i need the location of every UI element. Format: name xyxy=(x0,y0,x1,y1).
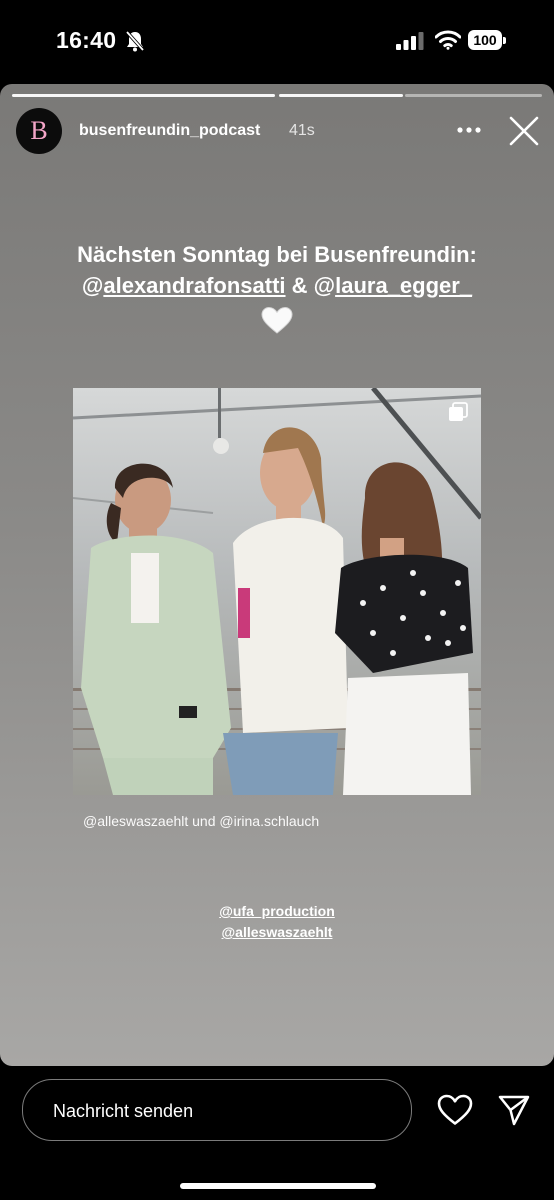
story-progress-segment xyxy=(12,94,275,97)
heart-icon[interactable] xyxy=(437,1094,473,1126)
more-options-icon[interactable] xyxy=(456,120,482,140)
avatar[interactable]: B xyxy=(16,108,62,154)
avatar-letter: B xyxy=(30,116,48,145)
message-input[interactable] xyxy=(51,1080,395,1142)
mention-alleswaszaehlt[interactable]: @alleswaszaehlt xyxy=(0,922,554,943)
post-tagged-accounts[interactable]: @alleswaszaehlt und @irina.schlauch xyxy=(83,813,319,829)
story-username[interactable]: busenfreundin_podcast xyxy=(79,122,260,140)
status-time: 16:40 xyxy=(56,27,117,53)
mention-laura-egger[interactable]: laura_egger_ xyxy=(335,273,472,298)
bell-slash-icon xyxy=(125,30,145,52)
story-progress-segment xyxy=(279,94,403,97)
wifi-icon xyxy=(435,30,461,50)
message-field[interactable] xyxy=(22,1079,412,1142)
story-timestamp: 41s xyxy=(289,122,315,139)
post-photo-illustration xyxy=(73,388,481,795)
mention-ufa-production[interactable]: @ufa_production xyxy=(0,901,554,922)
headline-line-2: @alexandrafonsatti & @laura_egger_ xyxy=(20,270,534,301)
status-bar: 16:40 100 xyxy=(0,0,554,80)
cellular-signal-icon xyxy=(396,32,424,50)
white-heart-emoji-icon xyxy=(261,306,293,334)
send-icon[interactable] xyxy=(497,1093,531,1127)
at-sign: @ xyxy=(81,273,104,298)
shared-post-image[interactable] xyxy=(73,388,481,795)
close-icon[interactable] xyxy=(508,115,540,147)
carousel-multiple-icon xyxy=(449,402,468,421)
story-card[interactable]: B busenfreundin_podcast 41s Nächsten Son… xyxy=(0,84,554,1066)
story-progress-segment xyxy=(405,94,542,97)
story-headline: Nächsten Sonntag bei Busenfreundin: @ale… xyxy=(20,239,534,301)
ampersand-text: & @ xyxy=(285,273,336,298)
credit-mentions: @ufa_production @alleswaszaehlt xyxy=(0,901,554,943)
battery-level: 100 xyxy=(468,30,502,50)
battery-icon: 100 xyxy=(468,30,508,52)
headline-line-1: Nächsten Sonntag bei Busenfreundin: xyxy=(77,242,477,267)
home-indicator[interactable] xyxy=(180,1183,376,1189)
mention-alexandrafonsatti[interactable]: alexandrafonsatti xyxy=(103,273,285,298)
